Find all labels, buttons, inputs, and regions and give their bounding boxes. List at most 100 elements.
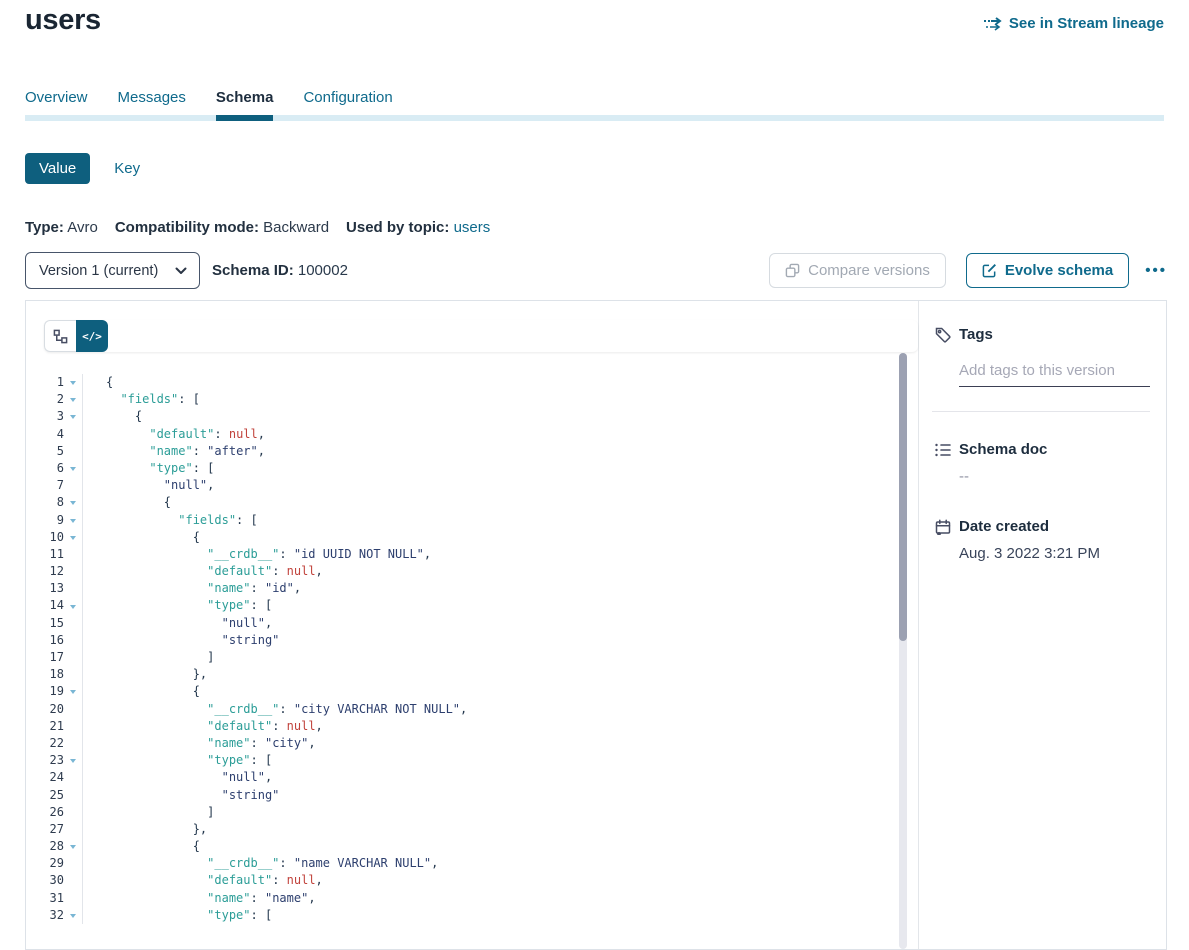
date-created-value: Aug. 3 2022 3:21 PM: [959, 545, 1150, 562]
code-line: 14 "type": [: [26, 597, 918, 614]
compatibility-mode: Compatibility mode: Backward: [115, 219, 329, 236]
code-text: "__crdb__": "name VARCHAR NULL",: [83, 855, 438, 872]
code-line: 17 ]: [26, 649, 918, 666]
line-number: 3: [26, 408, 64, 425]
line-number: 23: [26, 752, 64, 769]
code-line: 13 "name": "id",: [26, 580, 918, 597]
topic-link[interactable]: users: [454, 219, 491, 236]
schema-type-value: Avro: [67, 219, 98, 236]
line-number: 4: [26, 426, 64, 443]
line-number: 9: [26, 512, 64, 529]
line-number: 12: [26, 563, 64, 580]
fold-toggle-icon[interactable]: [64, 512, 83, 529]
fold-toggle-icon[interactable]: [64, 529, 83, 546]
fold-toggle-icon[interactable]: [64, 494, 83, 511]
fold-toggle-icon[interactable]: [64, 907, 83, 924]
line-number: 24: [26, 769, 64, 786]
code-text: "default": null,: [83, 718, 323, 735]
code-text: "name": "id",: [83, 580, 301, 597]
schema-id-value: 100002: [298, 262, 348, 279]
fold-toggle-icon[interactable]: [64, 391, 83, 408]
key-toggle-button[interactable]: Key: [114, 160, 140, 177]
line-number: 5: [26, 443, 64, 460]
fold-toggle-icon[interactable]: [64, 408, 83, 425]
fold-toggle-icon[interactable]: [64, 752, 83, 769]
value-toggle-button[interactable]: Value: [25, 153, 90, 184]
fold-gutter: [64, 563, 83, 580]
line-number: 31: [26, 890, 64, 907]
code-text: "name": "city",: [83, 735, 316, 752]
code-line: 15 "null",: [26, 615, 918, 632]
calendar-plus-icon: [935, 519, 951, 535]
code-line: 22 "name": "city",: [26, 735, 918, 752]
line-number: 15: [26, 615, 64, 632]
line-number: 14: [26, 597, 64, 614]
line-number: 26: [26, 804, 64, 821]
schema-type-label: Type:: [25, 219, 64, 236]
fold-toggle-icon[interactable]: [64, 597, 83, 614]
fold-gutter: [64, 701, 83, 718]
fold-gutter: [64, 855, 83, 872]
code-line: 12 "default": null,: [26, 563, 918, 580]
code-text: "fields": [: [83, 391, 200, 408]
version-select[interactable]: Version 1 (current): [25, 252, 200, 289]
code-line: 7 "null",: [26, 477, 918, 494]
code-text: "type": [: [83, 597, 272, 614]
tab-overview[interactable]: Overview: [25, 89, 88, 115]
more-options-button[interactable]: •••: [1145, 262, 1167, 279]
stream-lineage-link[interactable]: See in Stream lineage: [983, 15, 1164, 32]
code-line: 28 {: [26, 838, 918, 855]
fold-gutter: [64, 872, 83, 889]
evolve-schema-button[interactable]: Evolve schema: [966, 253, 1129, 288]
tags-input[interactable]: [959, 362, 1150, 387]
code-text: "string": [83, 787, 279, 804]
fold-gutter: [64, 546, 83, 563]
tab-bar: Overview Messages Schema Configuration: [25, 89, 1164, 121]
code-line: 3 {: [26, 408, 918, 425]
tab-configuration[interactable]: Configuration: [303, 89, 392, 115]
code-line: 30 "default": null,: [26, 872, 918, 889]
chevron-down-icon: [175, 267, 187, 275]
tab-messages[interactable]: Messages: [118, 89, 186, 115]
code-text: },: [83, 666, 207, 683]
code-line: 16 "string": [26, 632, 918, 649]
fold-gutter: [64, 666, 83, 683]
code-line: 10 {: [26, 529, 918, 546]
fold-toggle-icon[interactable]: [64, 374, 83, 391]
fold-toggle-icon[interactable]: [64, 683, 83, 700]
compare-versions-label: Compare versions: [808, 262, 930, 279]
compatibility-mode-label: Compatibility mode:: [115, 219, 259, 236]
line-number: 17: [26, 649, 64, 666]
code-view-icon: </>: [82, 330, 102, 343]
tree-view-button[interactable]: [44, 320, 76, 352]
used-by-topic: Used by topic: users: [346, 219, 490, 236]
code-scrollbar-thumb[interactable]: [899, 353, 907, 641]
code-text: "name": "after",: [83, 443, 265, 460]
code-text: },: [83, 821, 207, 838]
fold-gutter: [64, 718, 83, 735]
date-created-section: Date created Aug. 3 2022 3:21 PM: [935, 518, 1150, 562]
code-line: 23 "type": [: [26, 752, 918, 769]
fold-toggle-icon[interactable]: [64, 838, 83, 855]
fold-toggle-icon[interactable]: [64, 460, 83, 477]
line-number: 30: [26, 872, 64, 889]
fold-gutter: [64, 426, 83, 443]
tab-schema[interactable]: Schema: [216, 89, 274, 115]
line-number: 27: [26, 821, 64, 838]
line-number: 25: [26, 787, 64, 804]
line-number: 6: [26, 460, 64, 477]
compare-versions-button[interactable]: Compare versions: [769, 253, 946, 288]
line-number: 7: [26, 477, 64, 494]
line-number: 19: [26, 683, 64, 700]
code-line: 26 ]: [26, 804, 918, 821]
fold-gutter: [64, 735, 83, 752]
line-number: 21: [26, 718, 64, 735]
line-number: 32: [26, 907, 64, 924]
code-line: 32 "type": [: [26, 907, 918, 924]
code-view-button[interactable]: </>: [76, 320, 108, 352]
line-number: 13: [26, 580, 64, 597]
code-line: 8 {: [26, 494, 918, 511]
tags-title: Tags: [959, 326, 993, 343]
code-text: ]: [83, 649, 214, 666]
line-number: 1: [26, 374, 64, 391]
